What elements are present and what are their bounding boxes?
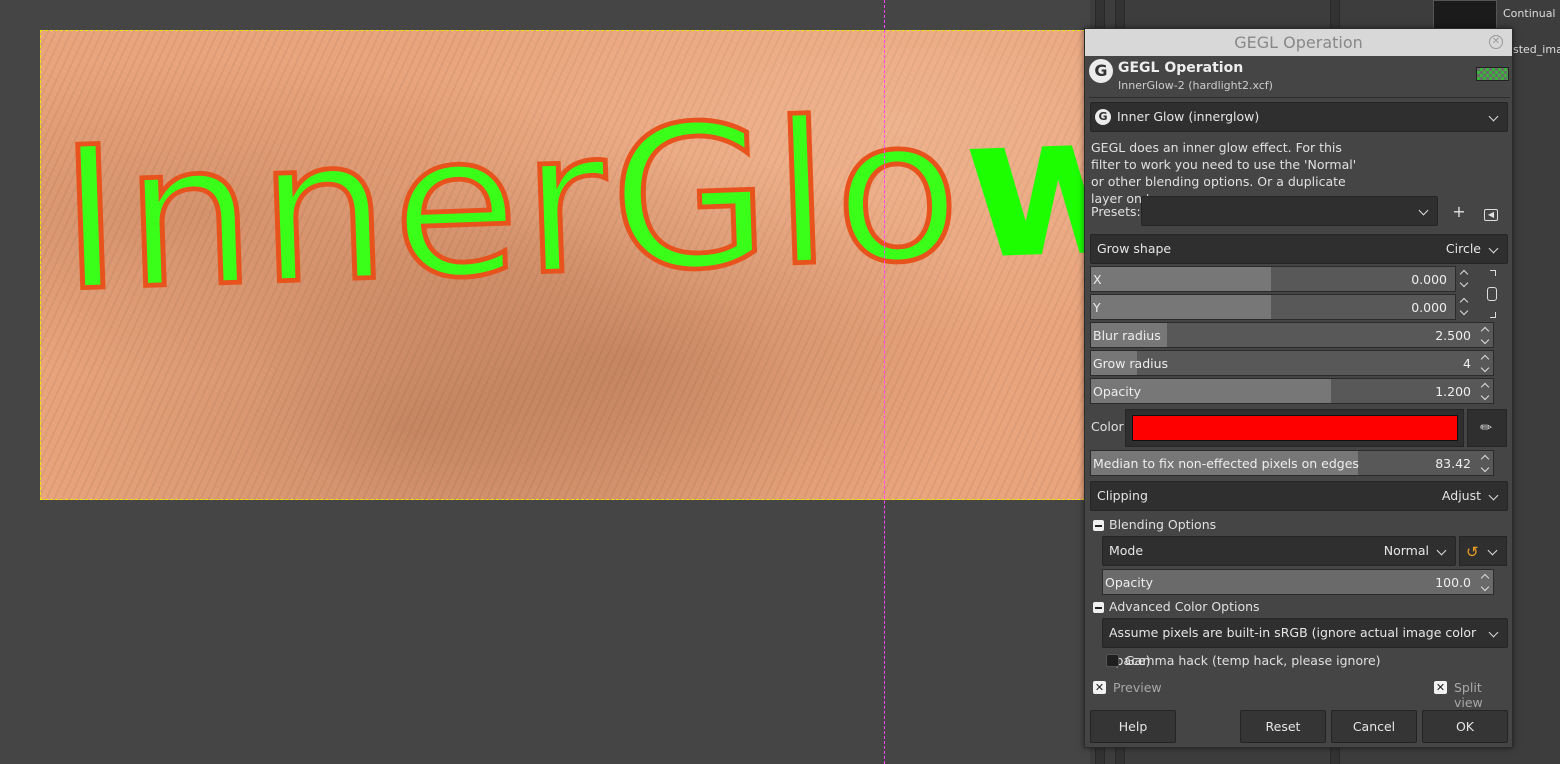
x-value: 0.000 (1411, 272, 1447, 287)
dialog-header: G GEGL Operation InnerGlow-2 (hardlight2… (1089, 59, 1509, 97)
blur-radius-stepper-icon[interactable] (1479, 323, 1491, 347)
vertical-guide[interactable] (884, 0, 885, 764)
x-stepper-icon[interactable] (1458, 266, 1470, 292)
layer-preview-icon (1476, 67, 1509, 81)
gegl-operation-dialog: GEGL Operation ✕ G GEGL Operation InnerG… (1084, 28, 1513, 748)
gamma-hack-label: Gamma hack (temp hack, please ignore) (1125, 653, 1381, 668)
opacity-spinscale[interactable]: Opacity 1.200 (1090, 378, 1494, 404)
operation-select[interactable]: G Inner Glow (innerglow) (1090, 102, 1508, 132)
color-swatch (1132, 415, 1458, 441)
grow-radius-value: 4 (1463, 356, 1471, 371)
advanced-color-header[interactable]: Advanced Color Options (1109, 599, 1260, 614)
blend-opacity-label: Opacity (1105, 575, 1154, 590)
y-fill (1091, 295, 1271, 319)
opacity-stepper-icon[interactable] (1479, 379, 1491, 403)
layer-thumbnail[interactable] (1433, 0, 1497, 30)
blend-opacity-value: 100.0 (1435, 575, 1471, 590)
reset-arrow-icon: ↺ (1466, 543, 1479, 561)
image-canvas[interactable]: InnerGlow (40, 30, 1110, 500)
separator (1089, 97, 1510, 98)
grow-shape-label: Grow shape (1097, 241, 1172, 256)
add-preset-icon[interactable]: + (1446, 199, 1472, 225)
operation-select-value: Inner Glow (innerglow) (1116, 109, 1260, 124)
y-value: 0.000 (1411, 300, 1447, 315)
dock-label-pasted: sted_imag (1513, 43, 1560, 56)
blend-mode-value: Normal (1383, 543, 1429, 558)
split-view-label: Split view (1454, 680, 1483, 710)
chevron-down-icon (1417, 197, 1431, 225)
collapse-advanced-icon[interactable] (1093, 602, 1104, 613)
opacity-label: Opacity (1093, 384, 1142, 399)
median-label: Median to fix non-effected pixels on edg… (1093, 456, 1359, 471)
blend-opacity-spinscale[interactable]: Opacity 100.0 (1102, 569, 1494, 595)
presets-label: Presets: (1091, 204, 1141, 219)
help-button[interactable]: Help (1090, 710, 1176, 743)
presets-select[interactable] (1141, 196, 1438, 226)
color-space-select[interactable]: Assume pixels are built-in sRGB (ignore … (1102, 618, 1508, 668)
glow-text-part: InnerGlo (54, 73, 970, 338)
chevron-down-icon (1486, 537, 1500, 565)
reset-button[interactable]: Reset (1240, 710, 1326, 743)
blend-mode-reset-button[interactable]: ↺ (1459, 536, 1507, 566)
color-picker-icon[interactable]: ✎ (1467, 409, 1507, 447)
window-title: GEGL Operation (1234, 33, 1363, 52)
blur-radius-label: Blur radius (1093, 328, 1161, 343)
blend-mode-select[interactable]: Mode Normal (1102, 536, 1456, 566)
x-fill (1091, 267, 1271, 291)
grow-shape-select[interactable]: Grow shape Circle (1090, 234, 1508, 264)
color-label: Color (1091, 419, 1124, 434)
chevron-down-icon (1487, 235, 1501, 263)
x-label: X (1093, 272, 1102, 287)
cancel-button[interactable]: Cancel (1331, 710, 1417, 743)
gegl-small-icon: G (1095, 108, 1111, 125)
grow-radius-spinscale[interactable]: Grow radius 4 (1090, 350, 1494, 376)
chain-link-icon[interactable] (1487, 270, 1498, 318)
preview-label: Preview (1113, 680, 1162, 695)
header-subtitle: InnerGlow-2 (hardlight2.xcf) (1118, 79, 1273, 92)
blend-mode-label: Mode (1109, 543, 1144, 558)
chevron-down-icon (1487, 482, 1501, 510)
chevron-down-icon (1435, 537, 1449, 565)
grow-radius-stepper-icon[interactable] (1479, 351, 1491, 375)
opacity-value: 1.200 (1435, 384, 1471, 399)
close-icon[interactable]: ✕ (1489, 35, 1503, 49)
x-spinscale[interactable]: X 0.000 (1090, 266, 1456, 292)
y-stepper-icon[interactable] (1458, 294, 1470, 320)
blend-opacity-stepper-icon[interactable] (1479, 570, 1491, 594)
split-view-checkbox[interactable]: ✕ (1434, 681, 1447, 694)
collapse-blending-icon[interactable] (1093, 520, 1104, 531)
clipping-select[interactable]: Clipping Adjust (1090, 481, 1508, 511)
blur-radius-value: 2.500 (1435, 328, 1471, 343)
blending-options-header[interactable]: Blending Options (1109, 517, 1216, 532)
preview-checkbox[interactable]: ✕ (1093, 681, 1106, 694)
gegl-logo-icon: G (1089, 59, 1113, 83)
grow-shape-value: Circle (1445, 241, 1481, 256)
gamma-hack-checkbox[interactable] (1106, 654, 1119, 667)
grow-radius-label: Grow radius (1093, 356, 1169, 371)
color-button[interactable] (1125, 409, 1464, 447)
blur-radius-spinscale[interactable]: Blur radius 2.500 (1090, 322, 1494, 348)
y-label: Y (1093, 300, 1101, 315)
ok-button[interactable]: OK (1422, 710, 1508, 743)
header-title: GEGL Operation (1118, 60, 1244, 76)
dialog-titlebar[interactable]: GEGL Operation ✕ (1085, 29, 1512, 56)
median-value: 83.42 (1435, 456, 1471, 471)
dock-label-continual: Continual (1503, 7, 1556, 20)
chevron-down-icon (1487, 103, 1501, 131)
preset-menu-icon[interactable]: ◀ (1478, 199, 1504, 225)
median-spinscale[interactable]: Median to fix non-effected pixels on edg… (1090, 450, 1494, 476)
y-spinscale[interactable]: Y 0.000 (1090, 294, 1456, 320)
clipping-label: Clipping (1097, 488, 1148, 503)
median-stepper-icon[interactable] (1479, 451, 1491, 475)
clipping-value: Adjust (1441, 488, 1481, 503)
canvas-text: InnerGlow (54, 69, 1110, 338)
chevron-down-icon (1487, 619, 1501, 647)
